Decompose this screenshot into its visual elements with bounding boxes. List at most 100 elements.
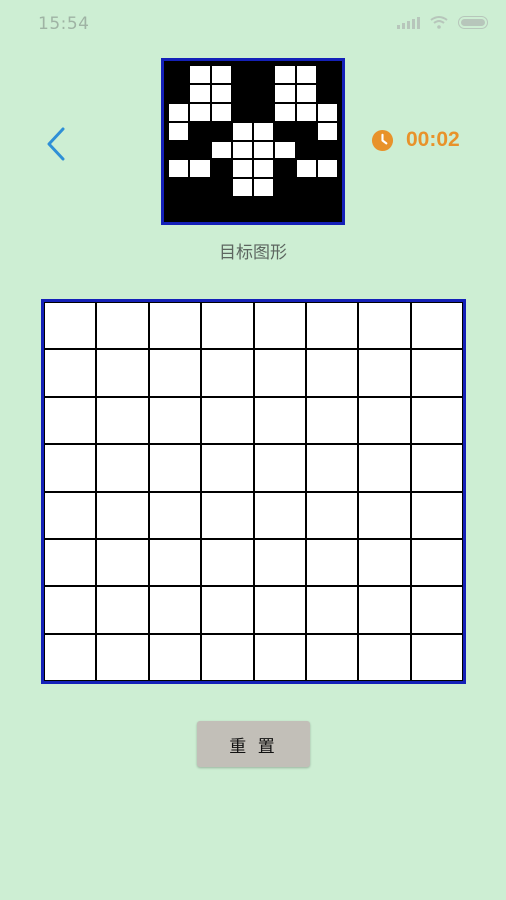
board-cell[interactable] <box>149 350 201 396</box>
board-cell[interactable] <box>359 587 410 633</box>
target-label: 目标图形 <box>219 243 287 263</box>
board-cell[interactable] <box>149 492 201 538</box>
board-cell[interactable] <box>45 634 96 680</box>
board-cell[interactable] <box>97 539 148 586</box>
board-cell[interactable] <box>359 492 410 538</box>
board-cell[interactable] <box>254 634 305 680</box>
board-cell[interactable] <box>254 587 305 633</box>
board-cell[interactable] <box>306 539 358 586</box>
board-cell[interactable] <box>411 445 462 491</box>
target-cell <box>168 121 190 141</box>
board-cell[interactable] <box>254 539 305 586</box>
target-cell <box>231 178 253 198</box>
board-cell[interactable] <box>306 587 358 633</box>
board-cell[interactable] <box>45 397 96 444</box>
board-cell[interactable] <box>359 303 410 349</box>
board-cell[interactable] <box>411 397 462 444</box>
board-cell[interactable] <box>306 350 358 396</box>
board-cell[interactable] <box>306 303 358 349</box>
board-cell[interactable] <box>97 634 148 680</box>
board-cell[interactable] <box>149 445 201 491</box>
board-cell[interactable] <box>45 445 96 491</box>
target-cell <box>189 83 211 103</box>
target-cell <box>231 83 253 103</box>
target-cell <box>316 159 338 179</box>
back-button[interactable] <box>42 124 76 164</box>
target-cell <box>168 140 190 160</box>
target-cell <box>274 102 296 122</box>
play-grid <box>44 302 463 681</box>
board-cell[interactable] <box>202 634 253 680</box>
board-cell[interactable] <box>202 539 253 586</box>
board-cell[interactable] <box>45 587 96 633</box>
board-cell[interactable] <box>359 445 410 491</box>
board-cell[interactable] <box>97 445 148 491</box>
battery-icon <box>458 15 488 29</box>
board-cell[interactable] <box>306 397 358 444</box>
target-cell <box>189 102 211 122</box>
target-cell <box>189 178 211 198</box>
reset-button[interactable]: 重 置 <box>197 721 310 767</box>
board-cell[interactable] <box>97 350 148 396</box>
board-cell[interactable] <box>45 539 96 586</box>
board-cell[interactable] <box>149 587 201 633</box>
board-cell[interactable] <box>202 350 253 396</box>
board-cell[interactable] <box>45 492 96 538</box>
target-cell <box>253 197 275 216</box>
board-cell[interactable] <box>149 303 201 349</box>
board-cell[interactable] <box>359 350 410 396</box>
target-cell <box>295 159 317 179</box>
target-cell <box>253 83 275 103</box>
target-cell <box>189 159 211 179</box>
board-cell[interactable] <box>45 350 96 396</box>
target-cell <box>168 159 190 179</box>
board-cell[interactable] <box>45 303 96 349</box>
clock-icon <box>371 129 394 151</box>
chevron-left-icon <box>47 127 65 161</box>
board-cell[interactable] <box>306 634 358 680</box>
board-cell[interactable] <box>149 634 201 680</box>
target-cell <box>210 65 232 84</box>
target-cell <box>295 197 317 216</box>
board-cell[interactable] <box>149 397 201 444</box>
board-cell[interactable] <box>359 397 410 444</box>
target-cell <box>210 159 232 179</box>
board-cell[interactable] <box>359 539 410 586</box>
target-cell <box>316 102 338 122</box>
board-cell[interactable] <box>254 303 305 349</box>
board-cell[interactable] <box>97 397 148 444</box>
board-cell[interactable] <box>149 539 201 586</box>
board-cell[interactable] <box>411 492 462 538</box>
board-cell[interactable] <box>411 634 462 680</box>
target-cell <box>189 121 211 141</box>
board-cell[interactable] <box>202 397 253 444</box>
board-cell[interactable] <box>254 445 305 491</box>
target-cell <box>253 121 275 141</box>
board-cell[interactable] <box>306 445 358 491</box>
board-cell[interactable] <box>202 445 253 491</box>
target-cell <box>316 121 338 141</box>
board-cell[interactable] <box>411 539 462 586</box>
board-cell[interactable] <box>202 303 253 349</box>
board-cell[interactable] <box>254 397 305 444</box>
timer: 00:02 <box>371 128 460 152</box>
timer-value: 00:02 <box>406 128 460 151</box>
board-cell[interactable] <box>202 492 253 538</box>
target-cell <box>210 140 232 160</box>
target-cell <box>168 65 190 84</box>
board-cell[interactable] <box>254 492 305 538</box>
target-cell <box>274 178 296 198</box>
signal-icon <box>397 15 420 29</box>
board-cell[interactable] <box>411 587 462 633</box>
target-cell <box>316 197 338 216</box>
board-cell[interactable] <box>359 634 410 680</box>
board-cell[interactable] <box>411 303 462 349</box>
board-cell[interactable] <box>97 587 148 633</box>
board-cell[interactable] <box>254 350 305 396</box>
target-cell <box>210 83 232 103</box>
board-cell[interactable] <box>202 587 253 633</box>
board-cell[interactable] <box>411 350 462 396</box>
board-cell[interactable] <box>97 303 148 349</box>
board-cell[interactable] <box>306 492 358 538</box>
board-cell[interactable] <box>97 492 148 538</box>
